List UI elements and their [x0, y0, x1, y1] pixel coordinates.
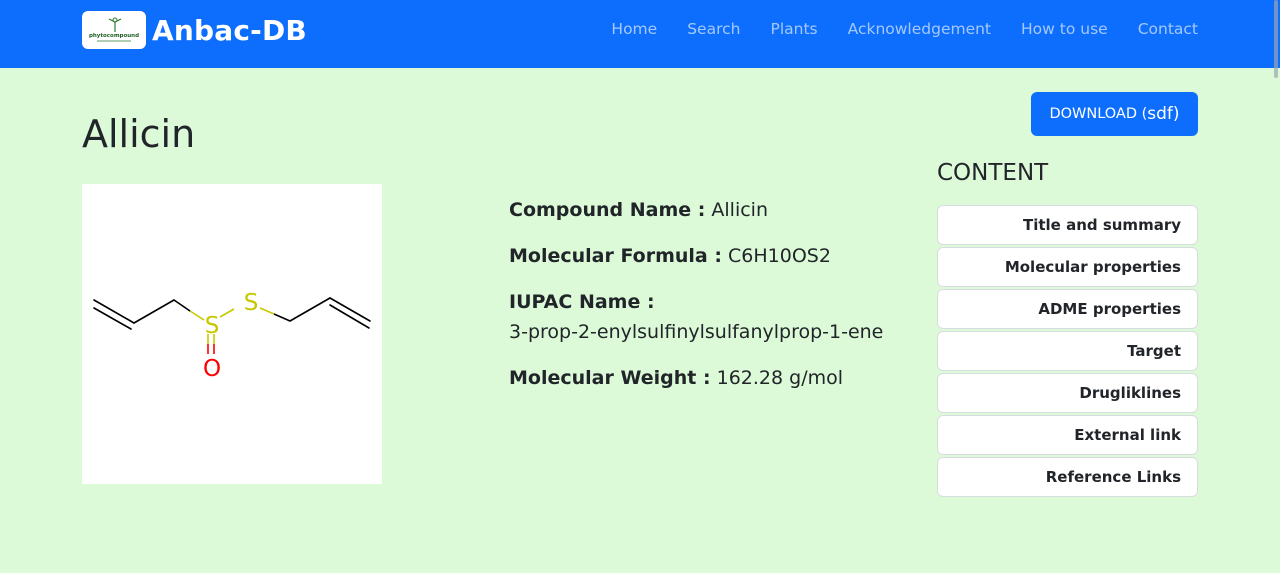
nav-plants[interactable]: Plants [770, 20, 817, 38]
content-heading: CONTENT [937, 160, 1049, 186]
download-sdf-button[interactable]: DOWNLOAD ( sdf) [1031, 92, 1198, 136]
content-link-adme-properties[interactable]: ADME properties [937, 289, 1198, 329]
compound-properties: Compound Name : Allicin Molecular Formul… [509, 195, 909, 409]
molecular-formula-row: Molecular Formula : C6H10OS2 [509, 241, 909, 271]
content-link-target[interactable]: Target [937, 331, 1198, 371]
brand-logo-text: phytocompound [89, 33, 139, 39]
nav-home[interactable]: Home [611, 20, 657, 38]
compound-name-row: Compound Name : Allicin [509, 195, 909, 225]
molecular-weight-label: Molecular Weight : [509, 367, 711, 389]
nav-contact[interactable]: Contact [1138, 20, 1198, 38]
content-link-external[interactable]: External link [937, 415, 1198, 455]
atom-s2: S [244, 290, 259, 316]
navbar: phytocompound Anbac-DB Home Search Plant… [0, 0, 1280, 68]
atom-o: O [203, 356, 221, 382]
compound-name-value: Allicin [711, 199, 768, 221]
iupac-name-label: IUPAC Name : [509, 291, 655, 313]
page-title: Allicin [82, 112, 196, 156]
content-link-molecular-properties[interactable]: Molecular properties [937, 247, 1198, 287]
molecular-weight-value: 162.28 g/mol [716, 367, 844, 389]
nav-acknowledgement[interactable]: Acknowledgement [848, 20, 991, 38]
nav-search[interactable]: Search [687, 20, 740, 38]
brand-logo: phytocompound [82, 11, 146, 49]
atom-s1: S [205, 313, 220, 339]
page-scrollbar[interactable] [1274, 0, 1278, 78]
brand-name: Anbac-DB [152, 13, 307, 47]
content-link-druglikeness[interactable]: Drugliklines [937, 373, 1198, 413]
content-list: Title and summary Molecular properties A… [937, 205, 1198, 499]
molecular-weight-row: Molecular Weight : 162.28 g/mol [509, 363, 909, 393]
main-nav: Home Search Plants Acknowledgement How t… [581, 20, 1198, 38]
compound-name-label: Compound Name : [509, 199, 706, 221]
nav-how-to-use[interactable]: How to use [1021, 20, 1108, 38]
molecular-formula-value: C6H10OS2 [728, 245, 831, 267]
download-ext-label: sdf) [1147, 104, 1180, 124]
brand[interactable]: phytocompound Anbac-DB [82, 11, 307, 49]
molecular-formula-label: Molecular Formula : [509, 245, 722, 267]
content-link-references[interactable]: Reference Links [937, 457, 1198, 497]
iupac-name-value: 3-prop-2-enylsulfinylsulfanylprop-1-ene [509, 321, 884, 343]
structure-image: S S O [82, 184, 382, 484]
content-link-title-summary[interactable]: Title and summary [937, 205, 1198, 245]
download-label: DOWNLOAD ( [1049, 106, 1148, 122]
iupac-name-row: IUPAC Name : 3-prop-2-enylsulfinylsulfan… [509, 287, 909, 347]
